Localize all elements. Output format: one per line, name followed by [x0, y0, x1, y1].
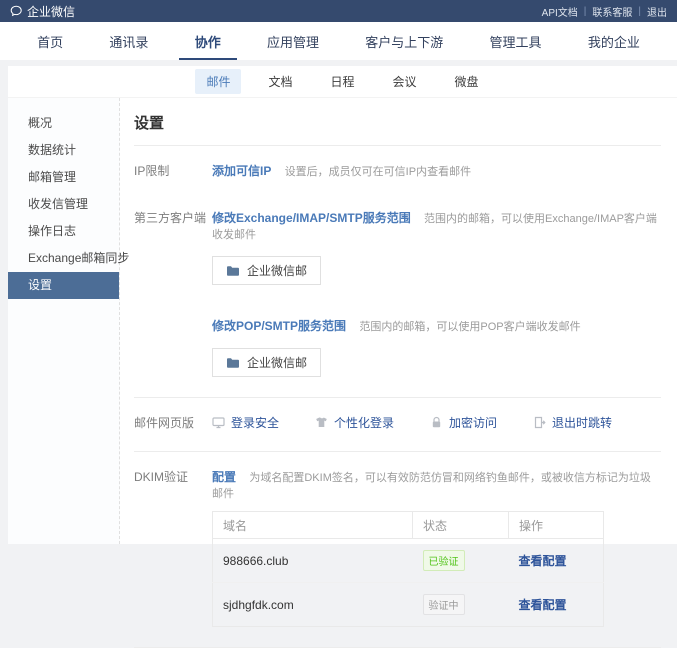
page-title: 设置	[134, 112, 661, 146]
section-dkim: DKIM验证 配置 为域名配置DKIM签名，可以有效防范仿冒和网络钓鱼邮件，或被…	[134, 468, 661, 627]
nav-item-customers[interactable]: 客户与上下游	[365, 22, 443, 60]
logout-redirect-link[interactable]: 退出时跳转	[533, 414, 612, 431]
tab-calendar[interactable]: 日程	[319, 69, 365, 94]
header-status: 状态	[413, 512, 509, 539]
lock-icon	[430, 416, 443, 429]
view-config-link[interactable]: 查看配置	[519, 598, 567, 612]
modify-pop-scope-link[interactable]: 修改POP/SMTP服务范围	[212, 319, 346, 333]
sidebar-item-overview[interactable]: 概况	[8, 110, 119, 137]
dkim-hint: 为域名配置DKIM签名，可以有效防范仿冒和网络钓鱼邮件，或被收信方标记为垃圾邮件	[212, 472, 651, 500]
nav-item-home[interactable]: 首页	[37, 22, 63, 60]
folder-icon	[226, 265, 240, 277]
topbar-links: API文档 | 联系客服 | 退出	[542, 4, 667, 19]
nav-item-contacts[interactable]: 通讯录	[109, 22, 148, 60]
exchange-block: 修改Exchange/IMAP/SMTP服务范围 范围内的邮箱，可以使用Exch…	[212, 209, 661, 285]
tab-meeting[interactable]: 会议	[382, 69, 428, 94]
app-logo: 企业微信	[10, 3, 75, 20]
tab-docs[interactable]: 文档	[257, 69, 303, 94]
webmail-label: 邮件网页版	[134, 414, 212, 431]
tab-mail[interactable]: 邮件	[195, 69, 241, 94]
section-webmail: 邮件网页版 登录安全	[134, 414, 661, 431]
topbar-link-api-docs[interactable]: API文档	[542, 4, 578, 19]
group-clients: IP限制 添加可信IP 设置后，成员仅可在可信IP内查看邮件 第三方客户端 修改…	[134, 146, 661, 398]
dkim-domain-table: 域名 状态 操作 988666.club 已验证 查看配置	[212, 511, 604, 627]
collab-tabstrip: 邮件 文档 日程 会议 微盘	[8, 66, 677, 98]
folder-icon	[226, 357, 240, 369]
login-security-link[interactable]: 登录安全	[212, 414, 279, 431]
add-trusted-ip-link[interactable]: 添加可信IP	[212, 164, 271, 178]
sidebar-item-exchange-sync[interactable]: Exchange邮箱同步	[8, 245, 119, 272]
pop-block: 修改POP/SMTP服务范围 范围内的邮箱，可以使用POP客户端收发邮件 企业微…	[212, 317, 661, 377]
pop-scope-hint: 范围内的邮箱，可以使用POP客户端收发邮件	[359, 321, 580, 333]
nav-item-collaboration[interactable]: 协作	[195, 22, 221, 60]
section-ip-limit: IP限制 添加可信IP 设置后，成员仅可在可信IP内查看邮件	[134, 162, 661, 179]
topbar-link-logout[interactable]: 退出	[647, 4, 667, 19]
wecom-mail-button-label: 企业微信邮	[247, 262, 307, 279]
separator: |	[638, 6, 641, 17]
mail-sidebar: 概况 数据统计 邮箱管理 收发信管理 操作日志 Exchange邮箱同步 设置	[8, 98, 120, 544]
table-header-row: 域名 状态 操作	[213, 512, 604, 539]
content-panel: 邮件 文档 日程 会议 微盘 概况 数据统计 邮箱管理 收发信管理 操作日志 E…	[8, 66, 677, 544]
sidebar-item-send-receive[interactable]: 收发信管理	[8, 191, 119, 218]
dkim-configure-link[interactable]: 配置	[212, 470, 236, 484]
table-row: sjdhgfdk.com 验证中 查看配置	[213, 583, 604, 627]
sidebar-item-operation-log[interactable]: 操作日志	[8, 218, 119, 245]
wecom-mail-button-label: 企业微信邮	[247, 354, 307, 371]
nav-item-app-management[interactable]: 应用管理	[267, 22, 319, 60]
domain-cell: sjdhgfdk.com	[213, 583, 413, 627]
section-third-party-client: 第三方客户端 修改Exchange/IMAP/SMTP服务范围 范围内的邮箱，可…	[134, 209, 661, 377]
nav-item-admin-tools[interactable]: 管理工具	[490, 22, 542, 60]
wecom-mail-button-pop[interactable]: 企业微信邮	[212, 348, 321, 377]
main-nav: 首页 通讯录 协作 应用管理 客户与上下游 管理工具 我的企业	[0, 22, 677, 60]
status-badge: 验证中	[423, 594, 465, 615]
chat-bubble-icon	[10, 5, 23, 18]
domain-cell: 988666.club	[213, 539, 413, 583]
app-logo-text: 企业微信	[27, 3, 75, 20]
sidebar-item-mailbox-management[interactable]: 邮箱管理	[8, 164, 119, 191]
tab-drive[interactable]: 微盘	[444, 69, 490, 94]
personalized-login-link[interactable]: 个性化登录	[315, 414, 394, 431]
group-dkim: DKIM验证 配置 为域名配置DKIM签名，可以有效防范仿冒和网络钓鱼邮件，或被…	[134, 452, 661, 648]
exit-icon	[533, 416, 546, 429]
third-party-client-label: 第三方客户端	[134, 209, 212, 377]
wecom-mail-button-exchange[interactable]: 企业微信邮	[212, 256, 321, 285]
ip-limit-hint: 设置后，成员仅可在可信IP内查看邮件	[285, 166, 471, 178]
sidebar-item-settings[interactable]: 设置	[8, 272, 119, 299]
table-row: 988666.club 已验证 查看配置	[213, 539, 604, 583]
status-badge: 已验证	[423, 550, 465, 571]
webmail-links: 登录安全 个性化登录	[212, 414, 661, 431]
ip-limit-label: IP限制	[134, 162, 212, 179]
monitor-icon	[212, 416, 225, 429]
header-domain: 域名	[213, 512, 413, 539]
dkim-label: DKIM验证	[134, 468, 212, 627]
modify-exchange-scope-link[interactable]: 修改Exchange/IMAP/SMTP服务范围	[212, 211, 411, 225]
topbar-link-contact-support[interactable]: 联系客服	[592, 4, 632, 19]
nav-item-my-company[interactable]: 我的企业	[588, 22, 640, 60]
panel-body: 概况 数据统计 邮箱管理 收发信管理 操作日志 Exchange邮箱同步 设置 …	[8, 98, 677, 544]
settings-content: 设置 IP限制 添加可信IP 设置后，成员仅可在可信IP内查看邮件 第三方客户端…	[120, 98, 677, 544]
view-config-link[interactable]: 查看配置	[519, 554, 567, 568]
sidebar-item-statistics[interactable]: 数据统计	[8, 137, 119, 164]
tshirt-icon	[315, 416, 328, 429]
header-action: 操作	[509, 512, 604, 539]
topbar: 企业微信 API文档 | 联系客服 | 退出	[0, 0, 677, 22]
group-webmail: 邮件网页版 登录安全	[134, 398, 661, 452]
encrypted-access-link[interactable]: 加密访问	[430, 414, 497, 431]
separator: |	[584, 6, 587, 17]
